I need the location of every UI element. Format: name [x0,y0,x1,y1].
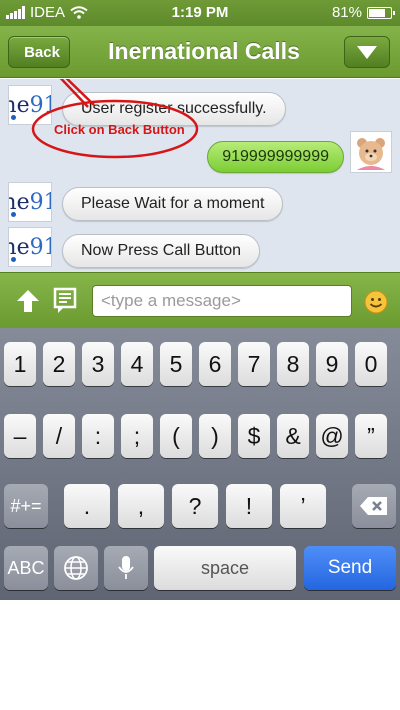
key-close-paren[interactable]: ) [199,414,231,458]
page-title: Inernational Calls [108,38,300,64]
key-at[interactable]: @ [316,414,348,458]
nav-bar: Back Inernational Calls [0,26,400,78]
key-apostrophe[interactable]: ’ [280,484,326,528]
service-avatar: ne91 [8,227,52,267]
key-7[interactable]: 7 [238,342,270,386]
user-avatar [350,131,392,173]
space-key[interactable]: space [154,546,296,590]
key-6[interactable]: 6 [199,342,231,386]
globe-key[interactable] [54,546,98,590]
globe-icon [64,556,88,580]
key-ampersand[interactable]: & [277,414,309,458]
backspace-key[interactable] [352,484,396,528]
logo-number: 91 [29,92,51,118]
key-9[interactable]: 9 [316,342,348,386]
logo-text: ne [9,189,30,215]
key-1[interactable]: 1 [4,342,36,386]
chevron-down-icon [357,46,377,59]
key-3[interactable]: 3 [82,342,114,386]
dictation-key[interactable] [104,546,148,590]
annotation-label: Click on Back Button [54,122,185,137]
battery-fill [369,8,385,17]
service-avatar: ne91 [8,85,52,125]
key-4[interactable]: 4 [121,342,153,386]
key-colon[interactable]: : [82,414,114,458]
message-input[interactable] [92,285,352,317]
key-symbols[interactable]: #+= [4,484,48,528]
key-semicolon[interactable]: ; [121,414,153,458]
logo-number: 91 [29,189,51,215]
status-bar: IDEA 1:19 PM 81% [0,0,400,26]
logo-text: ne [9,92,30,118]
key-open-paren[interactable]: ( [160,414,192,458]
chat-thread[interactable]: ne91 User register successfully. 9199999… [0,79,400,272]
teddy-bear-icon [357,138,385,170]
key-question[interactable]: ? [172,484,218,528]
key-5[interactable]: 5 [160,342,192,386]
status-right: 81% [331,4,395,21]
key-quote[interactable]: ” [355,414,387,458]
message-input-bar [0,272,400,328]
message-bubble-incoming: Now Press Call Button [62,234,261,268]
keyboard: 1 2 3 4 5 6 7 8 9 0 – / : ; ( ) $ & @ ” … [0,328,400,600]
send-key[interactable]: Send [304,546,396,590]
key-comma[interactable]: , [118,484,164,528]
key-0[interactable]: 0 [355,342,387,386]
key-dash[interactable]: – [4,414,36,458]
message-bubble-incoming: Please Wait for a moment [62,187,284,221]
message-icon[interactable] [52,286,78,316]
key-exclamation[interactable]: ! [226,484,272,528]
back-button[interactable]: Back [8,36,70,68]
message-bubble-outgoing: 919999999999 [207,141,344,173]
menu-dropdown-button[interactable] [344,36,390,68]
smiley-icon[interactable] [364,290,388,314]
key-abc[interactable]: ABC [4,546,48,590]
microphone-icon [118,556,134,579]
service-avatar: ne91 [8,182,52,222]
key-period[interactable]: . [64,484,110,528]
key-2[interactable]: 2 [43,342,75,386]
message-bubble-incoming: User register successfully. [62,92,286,126]
backspace-icon [360,497,387,515]
logo-number: 91 [29,234,51,260]
logo-text: ne [9,234,30,260]
battery-percent: 81% [331,4,362,21]
battery-icon [367,6,395,19]
key-8[interactable]: 8 [277,342,309,386]
arrow-up-icon[interactable] [14,287,42,315]
key-slash[interactable]: / [43,414,75,458]
key-dollar[interactable]: $ [238,414,270,458]
